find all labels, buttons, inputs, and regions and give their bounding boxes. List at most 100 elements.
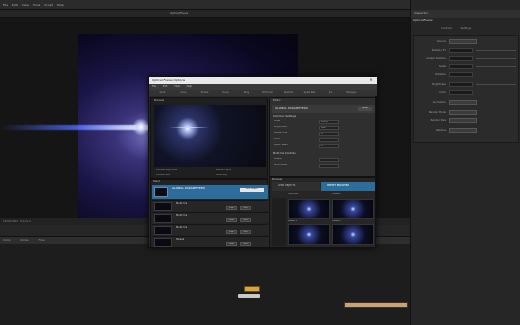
hide-button[interactable]: Hide: [226, 242, 237, 246]
param-button[interactable]: [449, 128, 477, 133]
browser-folders: Favorites Presets: [272, 192, 375, 198]
param-slider[interactable]: [476, 50, 516, 51]
param-value[interactable]: [449, 56, 473, 61]
param-label: Options: [435, 129, 446, 132]
editor-row-label: Global Hue: [274, 132, 288, 134]
editor-row: Brightness 100: [274, 126, 372, 131]
folder-presets[interactable]: Presets: [332, 193, 340, 196]
menu-help[interactable]: Help: [57, 3, 64, 7]
preset-thumbnail[interactable]: [288, 199, 330, 219]
tab-nodes[interactable]: Nodes: [21, 239, 35, 242]
menu-script[interactable]: Script: [44, 3, 53, 7]
show-bkg[interactable]: Show Bkg: [216, 174, 227, 177]
stack-item[interactable]: Streak Hide Solo: [152, 236, 268, 247]
tab-shimmer[interactable]: Shimmer: [257, 91, 278, 95]
tab-comp[interactable]: Comp: [3, 239, 17, 242]
menu-tools[interactable]: Tools: [33, 3, 40, 7]
param-button[interactable]: [449, 39, 477, 44]
param-row: Brightness: [416, 82, 518, 88]
editor-row-value[interactable]: 0: [319, 144, 339, 148]
tab-flow[interactable]: Flow: [39, 239, 51, 242]
inspector-tool-title[interactable]: OpticalFlares: [413, 19, 493, 27]
preview-size[interactable]: Preview Size: [156, 174, 170, 177]
tab-hexagon[interactable]: Hexagon: [341, 91, 362, 95]
section-multi-iris: Multi Iris Controls: [273, 152, 296, 155]
preview-label: Preview: [154, 99, 165, 102]
tab-sparkle[interactable]: Sparkle: [278, 91, 299, 95]
tool-node[interactable]: [244, 286, 260, 292]
close-icon[interactable]: ✕: [367, 77, 375, 84]
solo-button[interactable]: Solo: [240, 206, 251, 210]
stack-item[interactable]: Multi Iris Hide Solo: [152, 224, 268, 235]
param-value[interactable]: [449, 82, 473, 87]
add-object-button[interactable]: Add Object: [240, 188, 264, 192]
editor-title: GLOBAL PARAMETERS: [275, 107, 308, 110]
editor-row-value[interactable]: 100: [319, 126, 339, 130]
editor-row-label: Roundness: [274, 164, 288, 166]
preview-brightness[interactable]: Preview Brightness: [156, 169, 177, 172]
tab-ring[interactable]: Ring: [236, 91, 257, 95]
dialog-menu-edit[interactable]: Edit: [163, 85, 168, 89]
tool-node-label[interactable]: [238, 294, 260, 298]
tab-settings[interactable]: Settings: [461, 27, 472, 30]
preset-thumbnail[interactable]: [288, 224, 330, 245]
stack-item[interactable]: Multi Iris Hide Solo: [152, 212, 268, 223]
param-button[interactable]: [449, 118, 477, 123]
dialog-menu-help[interactable]: Help: [187, 85, 192, 89]
stack-item[interactable]: Multi Iris Hide Solo: [152, 200, 268, 211]
preset-thumbnail[interactable]: [332, 224, 374, 245]
render-lights[interactable]: Render Lights: [216, 169, 231, 172]
editor-row-value[interactable]: 0: [319, 132, 339, 136]
solo-button[interactable]: Solo: [240, 218, 251, 222]
navigator[interactable]: [344, 302, 408, 308]
stack-item-thumbnail: [154, 226, 172, 235]
tab-preset-browser[interactable]: PRESET BROWSER: [321, 182, 375, 191]
param-value[interactable]: [449, 90, 473, 95]
reset-button[interactable]: Reset: [358, 107, 372, 111]
preview-image[interactable]: [154, 105, 266, 167]
editor-row-value[interactable]: [319, 138, 339, 142]
tab-glint[interactable]: Glint: [152, 91, 173, 95]
global-thumbnail: [154, 187, 168, 197]
browser-folder-list[interactable]: [272, 198, 286, 246]
param-slider[interactable]: [476, 66, 516, 67]
solo-button[interactable]: Solo: [240, 242, 251, 246]
dialog-menu-file[interactable]: File: [152, 85, 156, 89]
param-slider[interactable]: [476, 84, 516, 85]
menu-view[interactable]: View: [22, 3, 29, 7]
tab-controls[interactable]: Controls: [441, 27, 452, 30]
stack-global-row[interactable]: GLOBAL PARAMETERS Add Object: [152, 185, 268, 199]
editor-row-value[interactable]: [319, 164, 339, 168]
param-slider[interactable]: [476, 58, 516, 59]
preset-thumbnail[interactable]: [332, 199, 374, 219]
editor-row-label: Color: [274, 138, 281, 140]
param-button[interactable]: [449, 100, 477, 105]
param-value[interactable]: [449, 48, 473, 53]
param-value[interactable]: [449, 72, 473, 77]
param-button[interactable]: [449, 110, 477, 115]
dialog-title: Optical Flares Options: [149, 77, 377, 84]
menu-file[interactable]: File: [3, 3, 8, 7]
tab-streak[interactable]: Streak: [194, 91, 215, 95]
tab-glow[interactable]: Glow: [173, 91, 194, 95]
menu-edit[interactable]: Edit: [12, 3, 18, 7]
editor-row-value[interactable]: [319, 158, 339, 162]
editor-row: Global Hue 0: [274, 132, 372, 137]
dialog-menu-view[interactable]: View: [174, 85, 180, 89]
solo-button[interactable]: Solo: [240, 230, 251, 234]
editor-row-value[interactable]: 100.0: [319, 120, 339, 124]
tab-hoop[interactable]: Hoop: [215, 91, 236, 95]
viewer-tab[interactable]: OpticalFlares: [170, 11, 188, 15]
hide-button[interactable]: Hide: [226, 206, 237, 210]
param-label: Render Size: [430, 119, 446, 122]
stack-item-name: Multi Iris: [176, 202, 188, 205]
tab-iris[interactable]: Iris: [320, 91, 341, 95]
hide-button[interactable]: Hide: [226, 230, 237, 234]
tab-lens-objects[interactable]: LENS OBJECTS: [272, 182, 320, 191]
folder-favorites[interactable]: Favorites: [288, 193, 298, 196]
hide-button[interactable]: Hide: [226, 218, 237, 222]
node-graph[interactable]: [0, 244, 410, 325]
tab-spike-ball[interactable]: Spike Ball: [299, 91, 320, 95]
stack-item-name: Streak: [176, 238, 185, 241]
param-value[interactable]: [449, 64, 473, 69]
